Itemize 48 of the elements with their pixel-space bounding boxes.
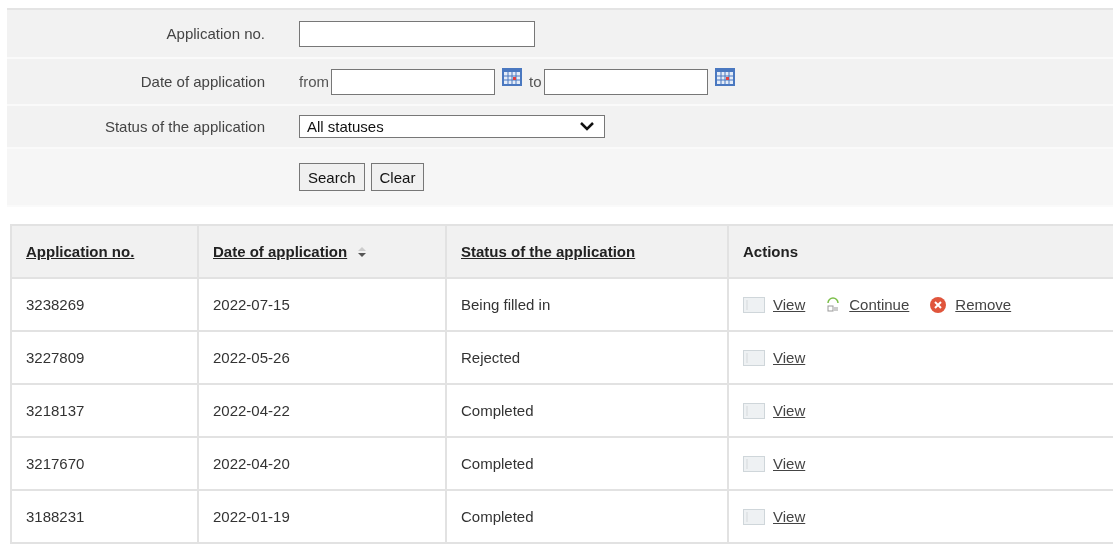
field-label: Date of application bbox=[139, 73, 265, 90]
table-cell: 2022-07-15 bbox=[198, 278, 446, 331]
to-label: to bbox=[529, 73, 542, 90]
table-cell: 3227809 bbox=[11, 331, 198, 384]
from-label: from bbox=[299, 73, 329, 90]
clear-button[interactable]: Clear bbox=[370, 163, 425, 191]
view-link[interactable]: View bbox=[773, 508, 806, 525]
search-button[interactable]: Search bbox=[299, 163, 365, 191]
view-link[interactable]: View bbox=[773, 402, 806, 419]
table-cell: Rejected bbox=[446, 331, 728, 384]
view-link[interactable]: View bbox=[773, 455, 806, 472]
column-header[interactable]: Status of the application bbox=[461, 243, 636, 260]
document-icon bbox=[743, 349, 765, 366]
column-header: Actions bbox=[743, 243, 798, 260]
calendar-icon[interactable] bbox=[713, 65, 736, 88]
view-link[interactable]: View bbox=[773, 349, 806, 366]
remove-icon bbox=[929, 295, 948, 314]
application-number-field[interactable] bbox=[299, 20, 535, 47]
date-to-field[interactable] bbox=[543, 68, 708, 95]
table-cell: Completed bbox=[446, 437, 728, 490]
table-cell: Completed bbox=[446, 384, 728, 437]
table-cell: 3238269 bbox=[11, 278, 198, 331]
view-link[interactable]: View bbox=[773, 296, 806, 313]
date-from-field[interactable] bbox=[331, 68, 495, 95]
field-label: Application no. bbox=[165, 25, 265, 42]
table-cell: 3188231 bbox=[11, 490, 198, 543]
calendar-icon[interactable] bbox=[501, 65, 523, 88]
document-icon bbox=[743, 455, 765, 472]
table-cell: 2022-05-26 bbox=[198, 331, 446, 384]
document-icon bbox=[743, 402, 765, 419]
continue-link[interactable]: Continue bbox=[849, 296, 910, 313]
remove-link[interactable]: Remove bbox=[955, 296, 1012, 313]
table-cell: Completed bbox=[446, 490, 728, 543]
column-header[interactable]: Application no. bbox=[26, 243, 135, 260]
field-label: Status of the application bbox=[103, 118, 265, 135]
chevron-icon bbox=[580, 122, 594, 131]
table-cell: 2022-01-19 bbox=[198, 490, 446, 543]
document-icon bbox=[743, 508, 765, 525]
refresh-icon bbox=[825, 296, 842, 313]
table-cell: 3218137 bbox=[11, 384, 198, 437]
sort-icon[interactable] bbox=[357, 246, 368, 258]
status-dropdown[interactable]: All statuses bbox=[299, 115, 605, 138]
document-icon bbox=[743, 296, 765, 313]
table-cell: 3217670 bbox=[11, 437, 198, 490]
table-cell: Being filled in bbox=[446, 278, 728, 331]
column-header[interactable]: Date of application bbox=[213, 243, 348, 260]
table-cell: 2022-04-20 bbox=[198, 437, 446, 490]
table-cell: 2022-04-22 bbox=[198, 384, 446, 437]
